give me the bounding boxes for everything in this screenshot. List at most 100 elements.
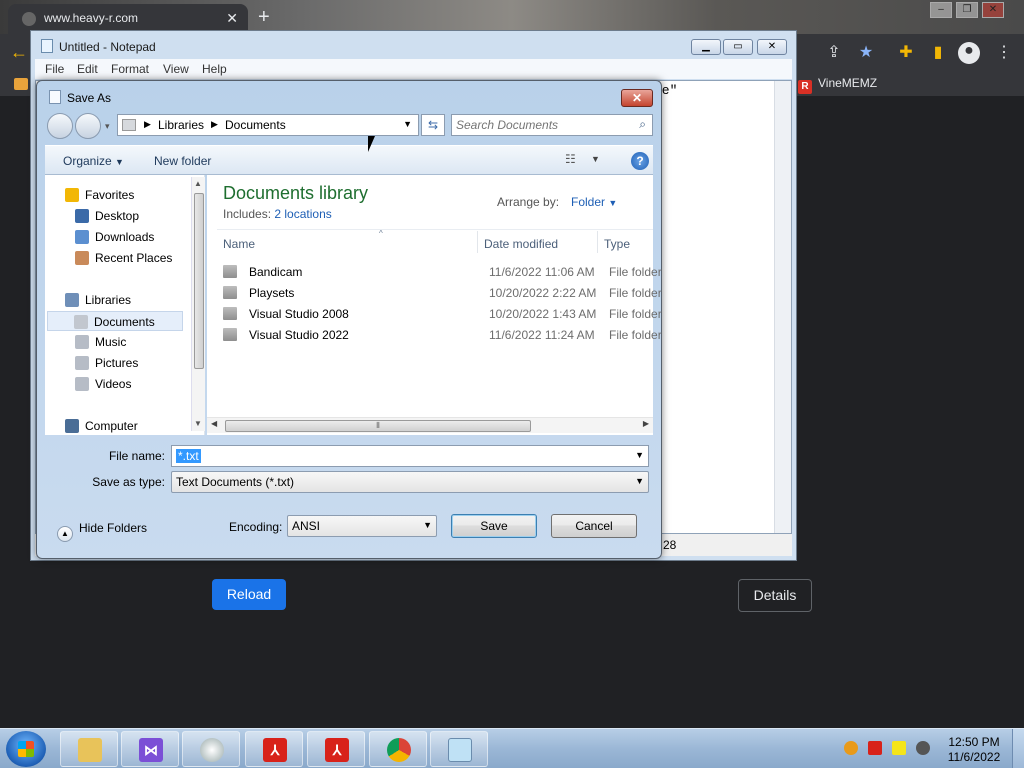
encoding-dropdown-icon[interactable]: ▼	[423, 520, 432, 530]
nav-downloads[interactable]: Downloads	[75, 227, 154, 247]
back-arrow-icon[interactable]: ←	[10, 42, 28, 63]
collapse-chevron-icon: ▲	[57, 526, 73, 542]
menu-view[interactable]: View	[163, 62, 189, 76]
notepad-close-button[interactable]: ✕	[757, 39, 787, 55]
change-view-icon[interactable]: ☷	[565, 152, 585, 168]
file-name-value[interactable]: *.txt	[176, 449, 201, 463]
locations-link[interactable]: 2 locations	[274, 207, 331, 221]
taskbar-acrobat-1[interactable]: ⅄	[245, 731, 303, 767]
display-tray-icon[interactable]	[892, 741, 906, 755]
flag-tray-icon[interactable]	[868, 741, 882, 755]
file-row[interactable]: Visual Studio 2008 10/20/2022 1:43 AM File…	[217, 304, 662, 324]
menu-format[interactable]: Format	[111, 62, 149, 76]
scroll-right-icon[interactable]: ▶	[643, 419, 649, 428]
browser-maximize-button[interactable]: ❐	[956, 2, 978, 18]
column-header-type[interactable]: Type	[604, 237, 630, 251]
breadcrumb-libraries[interactable]: Libraries	[158, 118, 204, 132]
taskbar-visual-studio[interactable]: ⋈	[121, 731, 179, 767]
notepad-vertical-scrollbar[interactable]	[774, 81, 791, 533]
file-row[interactable]: Playsets 10/20/2022 2:22 AM File folder	[217, 283, 662, 303]
taskbar-acrobat-2[interactable]: ⅄	[307, 731, 365, 767]
menu-edit[interactable]: Edit	[77, 62, 98, 76]
nav-videos[interactable]: Videos	[75, 374, 131, 394]
reload-button[interactable]: Reload	[212, 579, 286, 610]
back-button[interactable]	[47, 113, 73, 139]
dialog-close-button[interactable]: ✕	[621, 89, 653, 107]
nav-computer[interactable]: Computer	[65, 416, 138, 436]
nav-recent-places[interactable]: Recent Places	[75, 248, 172, 268]
dialog-title: Save As	[67, 91, 112, 105]
scroll-down-icon[interactable]: ▼	[194, 419, 202, 428]
scroll-up-icon[interactable]: ▲	[194, 179, 202, 188]
encoding-select[interactable]: ANSI ▼	[287, 515, 437, 537]
save-as-type-dropdown-icon[interactable]: ▼	[635, 476, 644, 486]
nav-favorites[interactable]: Favorites	[65, 185, 134, 205]
start-button[interactable]	[6, 731, 46, 767]
column-divider[interactable]	[597, 231, 598, 253]
notepad-maximize-button[interactable]: ▭	[723, 39, 753, 55]
nav-pictures[interactable]: Pictures	[75, 353, 138, 373]
help-icon[interactable]: ?	[631, 152, 649, 170]
search-tray-icon[interactable]	[844, 741, 858, 755]
bookmark-star-icon[interactable]: ★	[856, 42, 876, 62]
arrange-by-dropdown[interactable]: Folder ▼	[571, 195, 617, 209]
file-row[interactable]: Visual Studio 2022 11/6/2022 11:24 AM File…	[217, 325, 662, 345]
file-row[interactable]: Bandicam 11/6/2022 11:06 AM File folder	[217, 262, 662, 282]
details-button[interactable]: Details	[738, 579, 812, 612]
extensions-icon[interactable]: ✚	[896, 42, 916, 62]
menu-file[interactable]: File	[45, 62, 64, 76]
file-list-scroll-thumb[interactable]: ⦀	[225, 420, 531, 432]
new-folder-button[interactable]: New folder	[154, 154, 211, 168]
organize-button[interactable]: Organize ▼	[63, 154, 124, 168]
notepad-minimize-button[interactable]: ▁	[691, 39, 721, 55]
view-dropdown-icon[interactable]: ▼	[591, 154, 600, 164]
tab-close-icon[interactable]: ✕	[226, 4, 238, 32]
taskbar-game[interactable]	[182, 731, 240, 767]
column-header-date-modified[interactable]: Date modified	[484, 237, 558, 251]
address-bar[interactable]: ▶ Libraries ▶ Documents ▼	[117, 114, 419, 136]
breadcrumb-separator-icon[interactable]: ▶	[144, 119, 151, 130]
taskbar-chrome[interactable]	[369, 731, 427, 767]
record-tray-icon[interactable]	[916, 741, 930, 755]
nav-vertical-scrollbar[interactable]: ▲ ▼	[191, 177, 205, 431]
recent-pages-dropdown-icon[interactable]: ▾	[105, 121, 110, 132]
file-name-dropdown-icon[interactable]: ▼	[635, 450, 644, 460]
nav-documents[interactable]: Documents	[47, 311, 183, 331]
column-divider[interactable]	[477, 231, 478, 253]
file-list-horizontal-scrollbar[interactable]: ◀ ⦀ ▶	[207, 417, 653, 433]
breadcrumb-separator-icon[interactable]: ▶	[211, 119, 218, 130]
nav-libraries[interactable]: Libraries	[65, 290, 131, 310]
taskbar-notepad[interactable]	[430, 731, 488, 767]
menu-kebab-icon[interactable]: ⋮	[994, 42, 1014, 62]
refresh-button[interactable]: ⇆	[421, 114, 445, 136]
save-as-type-select[interactable]: Text Documents (*.txt) ▼	[171, 471, 649, 493]
clock[interactable]: 12:50 PM 11/6/2022	[944, 735, 1004, 765]
nav-desktop[interactable]: Desktop	[75, 206, 139, 226]
search-input[interactable]	[456, 117, 626, 133]
menu-help[interactable]: Help	[202, 62, 227, 76]
address-dropdown-icon[interactable]: ▼	[403, 119, 412, 129]
cancel-button[interactable]: Cancel	[551, 514, 637, 538]
column-header-name[interactable]: Name	[223, 237, 255, 251]
file-name-field[interactable]: *.txt ▼	[171, 445, 649, 467]
breadcrumb-documents[interactable]: Documents	[225, 118, 286, 132]
browser-close-button[interactable]: ✕	[982, 2, 1004, 18]
search-icon[interactable]: ⌕	[639, 117, 646, 132]
browser-minimize-button[interactable]: –	[930, 2, 952, 18]
taskbar-explorer[interactable]	[60, 731, 118, 767]
save-button[interactable]: Save	[451, 514, 537, 538]
hide-folders-button[interactable]: ▲ Hide Folders	[57, 521, 147, 542]
nav-music[interactable]: Music	[75, 332, 126, 352]
profile-avatar-icon[interactable]: ●	[958, 42, 980, 64]
sidepanel-icon[interactable]: ▮	[928, 42, 948, 62]
apps-bookmark-icon[interactable]	[14, 78, 28, 90]
forward-button[interactable]	[75, 113, 101, 139]
share-icon[interactable]: ⇪	[824, 42, 844, 62]
bookmark-vinememz[interactable]: R VineMEMZ	[798, 76, 877, 94]
recent-places-icon	[75, 251, 89, 265]
nav-scroll-thumb[interactable]	[194, 193, 204, 369]
show-desktop-button[interactable]	[1012, 729, 1024, 768]
search-box[interactable]: ⌕	[451, 114, 653, 136]
scroll-left-icon[interactable]: ◀	[211, 419, 217, 428]
new-tab-button[interactable]: +	[258, 4, 270, 30]
